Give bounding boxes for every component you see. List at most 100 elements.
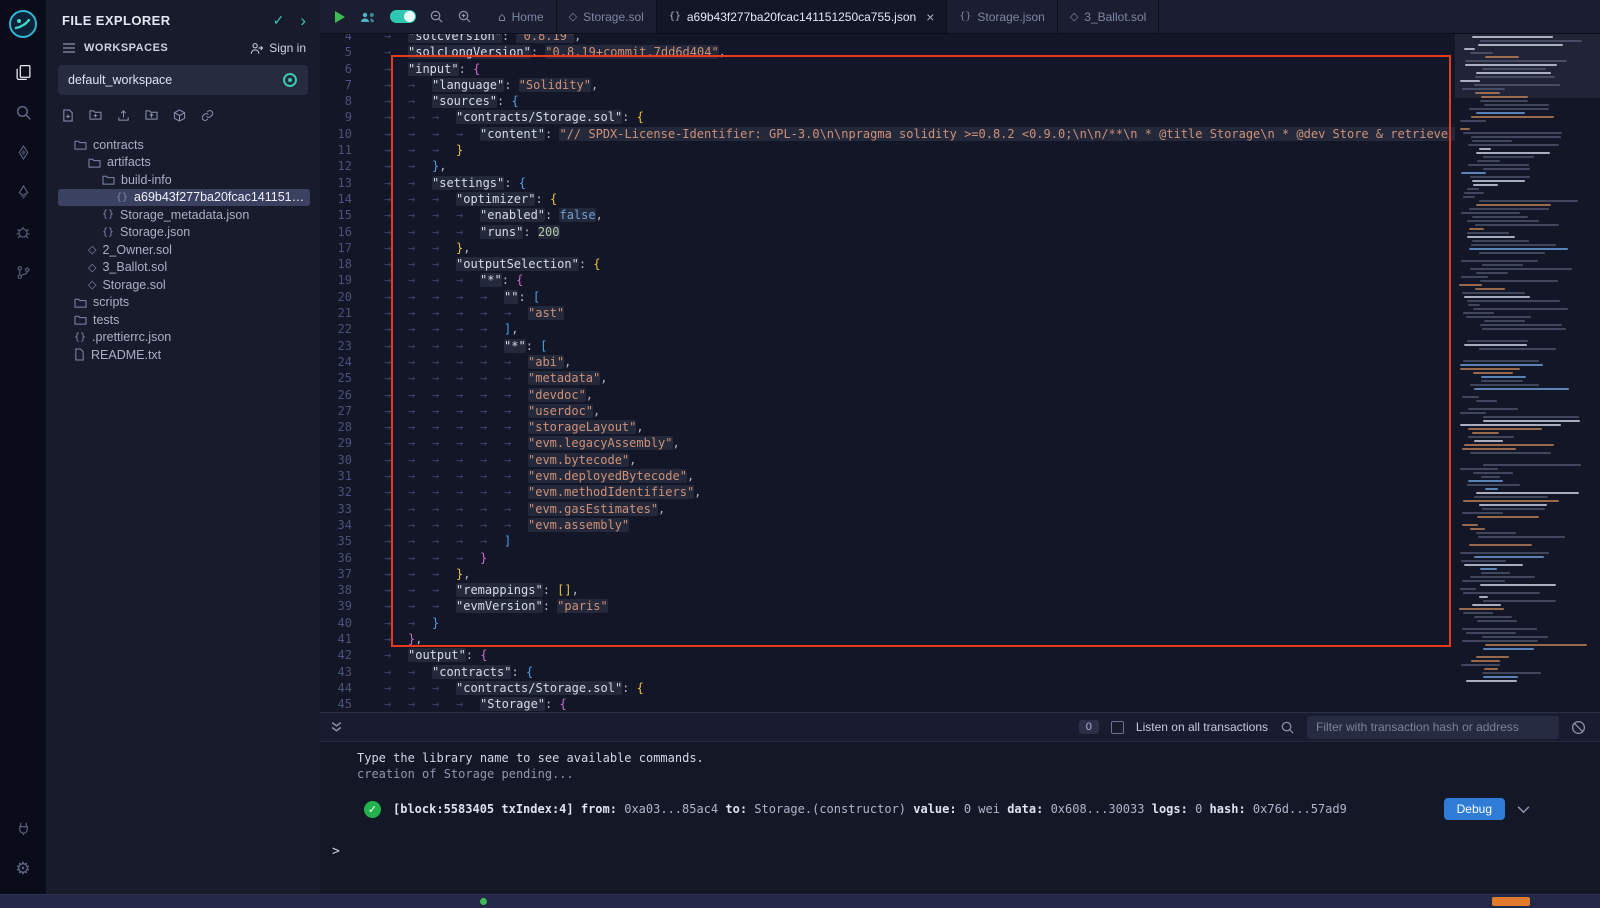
json-file-icon: {} [116, 192, 128, 203]
search-icon[interactable] [0, 92, 46, 132]
new-folder-icon[interactable] [89, 109, 102, 122]
editor-toggle[interactable] [390, 10, 416, 23]
minimap-line [1472, 240, 1529, 242]
json-file-icon: {} [102, 227, 114, 238]
minimap-line [1485, 56, 1519, 58]
solidity-compiler-icon[interactable] [0, 132, 46, 172]
tx-expand-chevron-icon[interactable] [1517, 805, 1530, 814]
tab-Storage.json[interactable]: {}Storage.json [947, 0, 1057, 33]
line-number: 43 [320, 664, 368, 680]
zoom-in-icon[interactable] [457, 9, 472, 24]
tree-item-artifacts[interactable]: artifacts [58, 154, 310, 172]
workspace-options-icon[interactable] [282, 72, 298, 88]
line-number: 17 [320, 240, 368, 256]
code-line-28: 28→→→→→→"storageLayout", [320, 419, 1455, 435]
tree-item-.prettierrc.json[interactable]: {}.prettierrc.json [58, 329, 310, 347]
minimap-line [1461, 276, 1487, 278]
tree-item-label: a69b43f277ba20fcac141151250ca7... [134, 190, 310, 204]
minimap-line [1468, 164, 1529, 166]
line-number: 37 [320, 566, 368, 582]
line-number: 4 [320, 34, 368, 44]
transaction-filter-input[interactable] [1307, 716, 1559, 739]
minimap-line [1460, 468, 1498, 470]
tree-item-Storage_metadata.json[interactable]: {}Storage_metadata.json [58, 206, 310, 224]
tree-item-build-info[interactable]: build-info [58, 171, 310, 189]
workspace-selector[interactable]: default_workspace [58, 65, 308, 95]
hamburger-menu-icon[interactable] [62, 42, 76, 54]
minimap-line [1475, 224, 1560, 226]
live-collab-users-icon[interactable] [359, 11, 377, 23]
settings-icon[interactable]: ⚙ [0, 848, 46, 888]
cube-icon[interactable] [173, 109, 186, 122]
code-editor[interactable]: 4→"solcVersion": "0.8.19",5→"solcLongVer… [320, 34, 1600, 712]
code-line-19: 19→→→→"*": { [320, 272, 1455, 288]
minimap-line [1484, 320, 1524, 322]
tab-Home[interactable]: ⌂Home [486, 0, 557, 33]
line-number: 20 [320, 289, 368, 305]
minimap-line [1467, 340, 1528, 342]
minimap-line [1462, 640, 1538, 642]
code-line-14: 14→→→"optimizer": { [320, 191, 1455, 207]
line-number: 14 [320, 191, 368, 207]
tree-item-Storage.json[interactable]: {}Storage.json [58, 224, 310, 242]
expand-terminal-icon[interactable] [330, 721, 343, 734]
tree-item-contracts[interactable]: contracts [58, 136, 310, 154]
tab-Storage.sol[interactable]: ◇Storage.sol [557, 0, 657, 33]
debug-button[interactable]: Debug [1444, 798, 1505, 820]
code-line-25: 25→→→→→→"metadata", [320, 370, 1455, 386]
tree-item-Storage.sol[interactable]: ◇Storage.sol [58, 276, 310, 294]
minimap-line [1476, 152, 1551, 154]
listen-all-transactions-checkbox[interactable] [1111, 721, 1124, 734]
tab-a69b43f277ba20fcac141151250ca755.json[interactable]: {}a69b43f277ba20fcac141151250ca755.json× [657, 0, 948, 33]
minimap-line [1480, 100, 1528, 102]
plugin-manager-icon[interactable] [0, 808, 46, 848]
accept-check-icon[interactable]: ✓ [273, 12, 285, 29]
git-icon[interactable] [0, 252, 46, 292]
sign-in-button[interactable]: Sign in [250, 41, 306, 55]
clear-console-icon[interactable] [1571, 720, 1586, 735]
minimap-line [1473, 472, 1513, 474]
tree-item-a69b43f277ba20fcac141151250ca7...[interactable]: {} a69b43f277ba20fcac141151250ca7... [58, 189, 310, 207]
file-explorer-icon[interactable] [0, 52, 46, 92]
tree-item-label: Storage_metadata.json [120, 208, 249, 222]
deploy-run-icon[interactable] [0, 172, 46, 212]
minimap-line [1463, 500, 1559, 502]
chevron-right-icon[interactable]: › [300, 12, 306, 29]
tree-item-scripts[interactable]: scripts [58, 294, 310, 312]
line-number: 36 [320, 550, 368, 566]
line-number: 5 [320, 44, 368, 60]
close-tab-icon[interactable]: × [926, 9, 934, 25]
panel-title: FILE EXPLORER [62, 13, 257, 28]
terminal-search-icon[interactable] [1280, 720, 1295, 735]
transaction-count-badge: 0 [1079, 720, 1099, 734]
minimap-line [1466, 632, 1517, 634]
minimap-line [1463, 312, 1494, 314]
tree-item-3_Ballot.sol[interactable]: ◇3_Ballot.sol [58, 259, 310, 277]
new-file-icon[interactable] [62, 109, 74, 122]
minimap-line [1479, 200, 1578, 202]
tree-item-README.txt[interactable]: README.txt [58, 346, 310, 364]
minimap-line [1474, 84, 1560, 86]
transaction-log-row[interactable]: ✓ [block:5583405 txIndex:4] from: 0xa03.… [364, 798, 1600, 820]
line-number: 45 [320, 696, 368, 712]
minimap[interactable] [1455, 34, 1600, 712]
upload-file-icon[interactable] [117, 109, 130, 122]
debugger-icon[interactable] [0, 212, 46, 252]
minimap-line [1460, 80, 1480, 82]
minimap-line [1462, 292, 1526, 294]
minimap-line [1462, 396, 1478, 398]
minimap-line [1462, 512, 1503, 514]
zoom-out-icon[interactable] [429, 9, 444, 24]
tree-item-tests[interactable]: tests [58, 311, 310, 329]
upload-folder-icon[interactable] [145, 109, 158, 122]
run-script-icon[interactable] [334, 10, 346, 24]
tab-3_Ballot.sol[interactable]: ◇3_Ballot.sol [1058, 0, 1160, 33]
minimap-line [1479, 596, 1488, 598]
terminal-prompt[interactable]: > [332, 844, 1600, 859]
line-number: 11 [320, 142, 368, 158]
tree-item-2_Owner.sol[interactable]: ◇2_Owner.sol [58, 241, 310, 259]
folder-icon [102, 174, 115, 185]
status-bar [0, 894, 1600, 908]
status-alert-chip[interactable] [1492, 897, 1530, 906]
link-icon[interactable] [201, 109, 214, 122]
